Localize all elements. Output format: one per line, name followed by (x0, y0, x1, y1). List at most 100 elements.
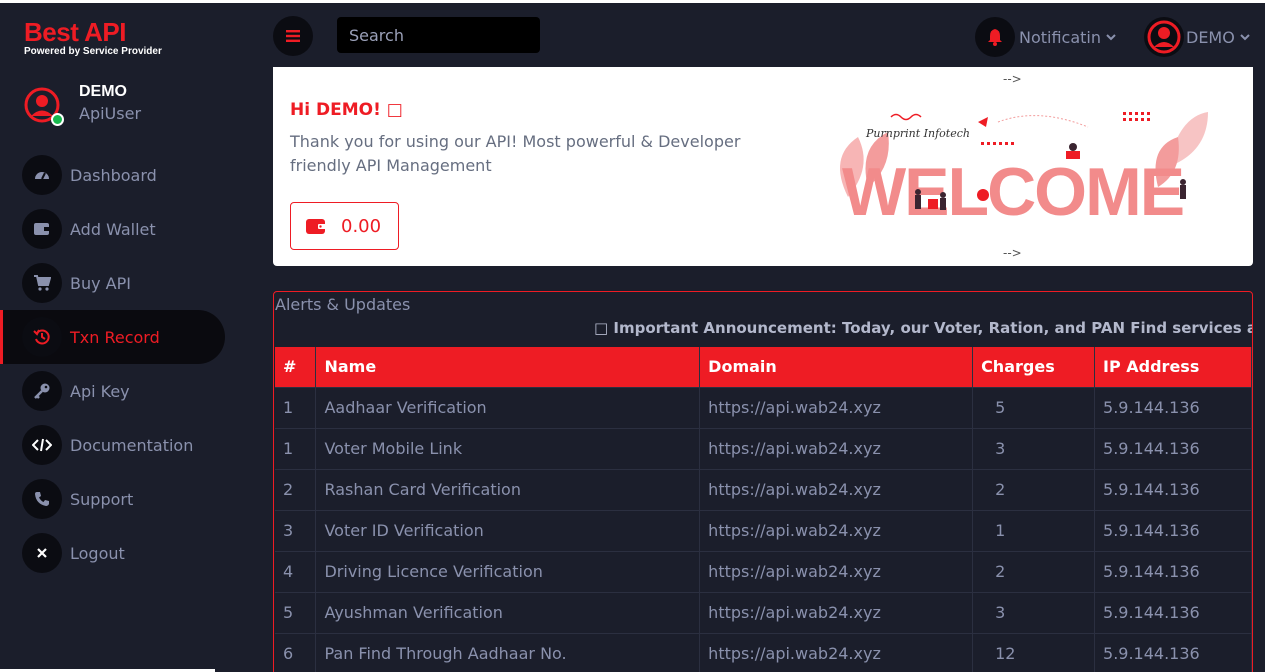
column-header-charges: Charges (972, 347, 1096, 387)
sidebar-user-role: ApiUser (79, 104, 142, 123)
table-row: 1 Aadhaar Verification https://api.wab24… (275, 386, 1252, 428)
cell-charges: 2 (972, 468, 1096, 510)
sidebar-item-dashboard[interactable]: Dashboard (0, 148, 225, 202)
wallet-icon (306, 219, 326, 234)
cell-ip-address: 5.9.144.136 (1094, 591, 1252, 633)
cell-charges: 3 (972, 427, 1096, 469)
brand-logo[interactable]: Best API Powered by Service Provider (24, 18, 162, 57)
sidebar-item-api-key[interactable]: Api Key (0, 364, 225, 418)
cell-domain: https://api.wab24.xyz (699, 386, 974, 428)
announcement-marquee: □ Important Announcement: Today, our Vot… (594, 319, 1252, 337)
cell-domain: https://api.wab24.xyz (699, 632, 974, 672)
cell-name: Ayushman Verification (315, 591, 701, 633)
sidebar-item-label: Logout (70, 543, 125, 563)
sidebar-nav: Dashboard Add Wallet Buy API Txn Record … (0, 148, 249, 580)
cell-domain: https://api.wab24.xyz (699, 427, 974, 469)
brand-subtitle: Powered by Service Provider (24, 46, 162, 57)
sidebar: Best API Powered by Service Provider DEM… (0, 3, 249, 672)
notification-label: Notificatin (1019, 27, 1102, 47)
cell-ip-address: 5.9.144.136 (1094, 550, 1252, 592)
cell-name: Voter Mobile Link (315, 427, 701, 469)
cell-name: Pan Find Through Aadhaar No. (315, 632, 701, 672)
cell-name: Voter ID Verification (315, 509, 701, 551)
cell-index: 3 (275, 509, 317, 551)
code-icon (22, 425, 62, 465)
sidebar-item-logout[interactable]: Logout (0, 526, 225, 580)
table-row: 6 Pan Find Through Aadhaar No. https://a… (275, 632, 1252, 672)
cart-icon (22, 263, 62, 303)
cell-domain: https://api.wab24.xyz (699, 509, 974, 551)
notification-dropdown[interactable]: Notificatin (975, 17, 1116, 57)
table-row: 4 Driving Licence Verification https://a… (275, 550, 1252, 592)
cell-index: 6 (275, 632, 317, 672)
welcome-signature: Purnprint Infotech (865, 127, 970, 140)
api-table-wrapper: # Name Domain Charges IP Address 1 Aadha… (275, 347, 1252, 672)
welcome-message: Thank you for using our API! Most powerf… (290, 132, 741, 175)
cell-name: Driving Licence Verification (315, 550, 701, 592)
sidebar-item-support[interactable]: Support (0, 472, 225, 526)
user-avatar-icon (1144, 17, 1184, 57)
sidebar-item-buy-api[interactable]: Buy API (0, 256, 225, 310)
api-services-table: # Name Domain Charges IP Address 1 Aadha… (275, 347, 1252, 672)
welcome-card: Hi DEMO! □ Thank you for using our API! … (273, 67, 1253, 266)
table-row: 2 Rashan Card Verification https://api.w… (275, 468, 1252, 510)
table-row: 5 Ayushman Verification https://api.wab2… (275, 591, 1252, 633)
cell-ip-address: 5.9.144.136 (1094, 509, 1252, 551)
brand-title: Best API (24, 17, 126, 47)
wallet-balance: 0.00 (341, 215, 382, 237)
column-header-name: Name (315, 347, 701, 387)
sidebar-item-label: Txn Record (70, 327, 160, 347)
cell-index: 4 (275, 550, 317, 592)
search-input[interactable] (337, 17, 540, 53)
cell-domain: https://api.wab24.xyz (699, 591, 974, 633)
chevron-down-icon (1106, 34, 1116, 41)
cell-charges: 2 (972, 550, 1096, 592)
key-icon (22, 371, 62, 411)
user-menu-label: DEMO (1186, 27, 1235, 47)
cell-index: 1 (275, 386, 317, 428)
cell-index: 1 (275, 427, 317, 469)
cell-index: 2 (275, 468, 317, 510)
wallet-balance-button[interactable]: 0.00 (290, 202, 399, 250)
cell-charges: 12 (972, 632, 1096, 672)
sidebar-item-label: Buy API (70, 273, 131, 293)
sidebar-item-label: Support (70, 489, 134, 509)
history-icon (22, 317, 62, 357)
sidebar-item-label: Dashboard (70, 165, 157, 185)
stray-comment-text: --> (1003, 72, 1022, 86)
bell-icon (975, 17, 1015, 57)
column-header-domain: Domain (699, 347, 974, 387)
sidebar-item-label: Add Wallet (70, 219, 156, 239)
table-row: 1 Voter Mobile Link https://api.wab24.xy… (275, 427, 1252, 469)
wallet-icon (22, 209, 62, 249)
sidebar-item-txn-record[interactable]: Txn Record (0, 310, 225, 364)
menu-toggle-button[interactable] (273, 16, 313, 56)
column-header-index: # (275, 347, 317, 387)
sidebar-item-documentation[interactable]: Documentation (0, 418, 225, 472)
user-menu-dropdown[interactable]: DEMO (1144, 17, 1250, 57)
cell-ip-address: 5.9.144.136 (1094, 427, 1252, 469)
alerts-panel: Alerts & Updates □ Important Announcemen… (273, 291, 1253, 672)
online-status-dot (51, 113, 64, 126)
chevron-down-icon (1240, 34, 1250, 41)
table-row: 3 Voter ID Verification https://api.wab2… (275, 509, 1252, 551)
sidebar-user-name: DEMO (79, 83, 127, 100)
sidebar-item-add-wallet[interactable]: Add Wallet (0, 202, 225, 256)
sidebar-user: DEMO ApiUser (24, 83, 244, 127)
cell-name: Rashan Card Verification (315, 468, 701, 510)
welcome-illustration: Purnprint Infotech WELCOME (840, 112, 1208, 230)
cell-domain: https://api.wab24.xyz (699, 468, 974, 510)
cell-charges: 3 (972, 591, 1096, 633)
table-header-row: # Name Domain Charges IP Address (275, 347, 1252, 387)
sidebar-item-label: Documentation (70, 435, 194, 455)
cell-name: Aadhaar Verification (315, 386, 701, 428)
cell-charges: 5 (972, 386, 1096, 428)
cell-ip-address: 5.9.144.136 (1094, 632, 1252, 672)
column-header-ip-address: IP Address (1094, 347, 1252, 387)
cell-ip-address: 5.9.144.136 (1094, 386, 1252, 428)
greeting-heading: Hi DEMO! □ (290, 100, 403, 120)
welcome-word: WELCOME (842, 154, 1183, 230)
stray-comment-text: --> (1003, 246, 1022, 260)
phone-icon (22, 479, 62, 519)
close-icon (22, 533, 62, 573)
